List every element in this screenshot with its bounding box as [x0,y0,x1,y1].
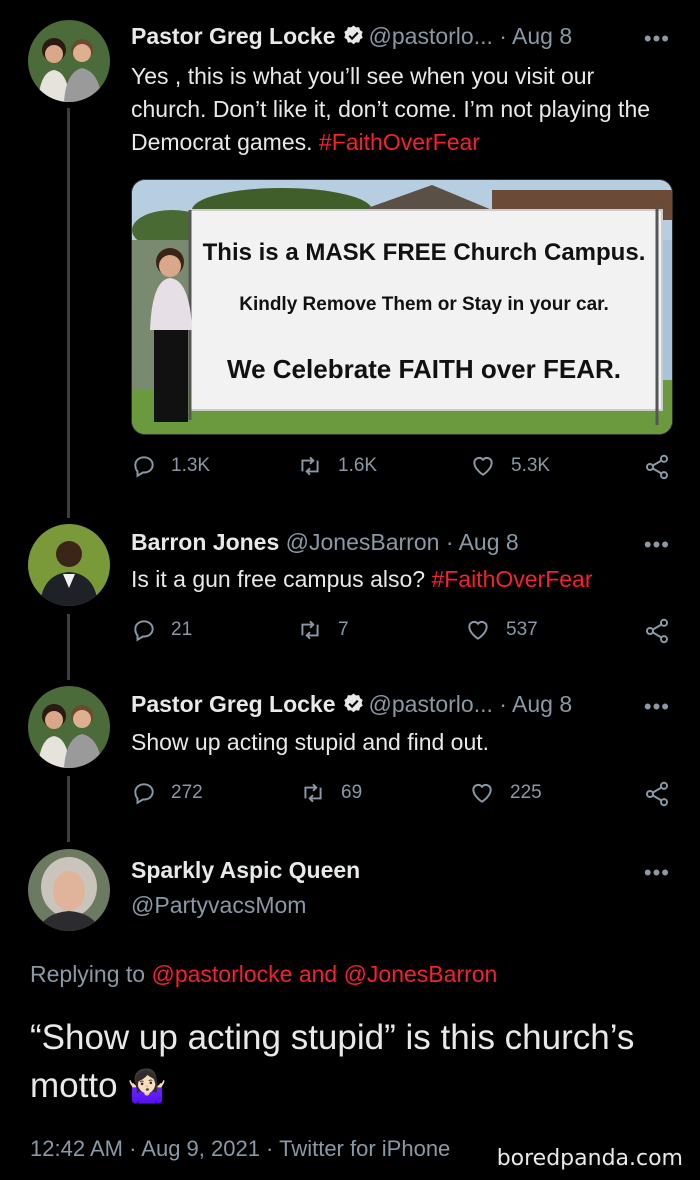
like-count: 5.3K [511,455,551,476]
thread-line [67,776,70,842]
retweet-button[interactable]: 1.6K [296,453,377,479]
reply-button[interactable]: 1.3K [131,453,210,479]
tweet-text-content: Show up acting stupid and find out. [131,729,490,755]
like-count: 225 [510,782,542,803]
sign-line-3: We Celebrate FAITH over FEAR. [227,354,621,384]
focused-tweet-text: “Show up acting stupid” is this church’s… [30,1014,650,1110]
more-options-icon[interactable]: ••• [644,532,670,558]
tweet-date[interactable]: · Aug 8 [499,691,572,717]
reply-count: 21 [171,619,193,640]
tweet-text: Show up acting stupid and find out. [131,726,676,759]
tweet-2[interactable]: Barron Jones @JonesBarron · Aug 8 ••• Is… [0,510,700,680]
user-handle[interactable]: @JonesBarron [286,529,440,555]
avatar-pastor-greg-locke[interactable] [28,686,110,768]
heart-icon [468,620,488,640]
sign-line-1: This is a MASK FREE Church Campus. [203,239,646,266]
reply-icon [134,456,154,478]
like-button[interactable]: 5.3K [469,453,550,479]
tweet-header: Pastor Greg Locke @pastorlo... · Aug 8 [131,23,572,53]
retweet-icon [304,783,322,803]
tweet-text: Is it a gun free campus also? #FaithOver… [131,563,676,596]
display-name[interactable]: Pastor Greg Locke [131,23,336,49]
like-button[interactable]: 225 [468,780,542,806]
user-handle[interactable]: @PartyvacsMom [131,892,306,918]
focused-tweet[interactable]: Sparkly Aspic Queen @PartyvacsMom ••• Re… [0,840,700,1180]
share-icon [645,618,669,644]
avatar-barron-jones[interactable] [28,524,110,606]
reply-count: 272 [171,782,203,803]
shrug-emoji-icon: 🤷🏻‍♀️ [127,1068,168,1104]
more-options-icon[interactable]: ••• [644,860,670,886]
more-options-icon[interactable]: ••• [644,694,670,720]
retweet-count: 1.6K [338,455,378,476]
like-button[interactable]: 537 [464,617,538,643]
user-handle[interactable]: @pastorlo... [369,23,493,49]
avatar-pastor-greg-locke[interactable] [28,20,110,102]
retweet-count: 7 [338,619,349,640]
sign-line-2: Kindly Remove Them or Stay in your car. [239,294,609,315]
thread-line [67,108,70,518]
verified-badge-icon [342,692,365,721]
thread-line [67,614,70,680]
share-icon [645,781,669,807]
tweet-header: Sparkly Aspic Queen [131,857,360,884]
replying-to-label: Replying to [30,961,152,987]
share-icon [645,454,669,480]
replying-to: Replying to @pastorlocke and @JonesBarro… [30,961,497,988]
retweet-icon [301,620,319,640]
display-name[interactable]: Barron Jones [131,529,279,555]
tweet-text-content: Is it a gun free campus also? [131,566,432,592]
tweet-3[interactable]: Pastor Greg Locke @pastorlo... · Aug 8 ••… [0,672,700,842]
share-button[interactable] [643,617,671,650]
tweet-photo[interactable]: This is a MASK FREE Church Campus. Kindl… [131,179,673,435]
retweet-button[interactable]: 7 [296,617,349,643]
like-count: 537 [506,619,538,640]
heart-icon [473,456,493,476]
tweet-header: Pastor Greg Locke @pastorlo... · Aug 8 [131,691,572,721]
reply-icon [134,783,154,805]
reply-icon [134,620,154,642]
hashtag-link[interactable]: #FaithOverFear [319,129,480,155]
tweet-date[interactable]: · Aug 8 [446,529,519,555]
reply-count: 1.3K [171,455,211,476]
tweet-timestamp[interactable]: 12:42 AM · Aug 9, 2021 · Twitter for iPh… [30,1136,450,1162]
avatar-sparkly-aspic-queen[interactable] [28,849,110,931]
reply-button[interactable]: 272 [131,780,203,806]
user-handle[interactable]: @pastorlo... [369,691,493,717]
tweet-text: Yes , this is what you’ll see when you v… [131,60,676,159]
tweet-text-content: “Show up acting stupid” is this church’s… [30,1018,635,1105]
reply-button[interactable]: 21 [131,617,192,643]
tweet-1[interactable]: Pastor Greg Locke @pastorlo... · Aug 8 ••… [0,0,700,518]
display-name[interactable]: Sparkly Aspic Queen [131,857,360,883]
retweet-icon [301,456,319,476]
share-button[interactable] [643,780,671,813]
hashtag-link[interactable]: #FaithOverFear [431,566,592,592]
retweet-button[interactable]: 69 [299,780,362,806]
tweet-date[interactable]: · Aug 8 [499,23,572,49]
replying-to-users-link[interactable]: @pastorlocke and @JonesBarron [151,961,497,987]
retweet-count: 69 [341,782,363,803]
heart-icon [472,783,492,803]
verified-badge-icon [342,24,365,53]
user-handle-row: @PartyvacsMom [131,892,306,919]
more-options-icon[interactable]: ••• [644,26,670,52]
watermark-text: boredpanda.com [496,1146,683,1171]
tweet-actions: 21 7 537 [131,617,671,647]
tweet-actions: 1.3K 1.6K 5.3K [131,453,671,483]
share-button[interactable] [643,453,671,486]
tweet-header: Barron Jones @JonesBarron · Aug 8 [131,529,519,556]
display-name[interactable]: Pastor Greg Locke [131,691,336,717]
tweet-actions: 272 69 225 [131,780,671,810]
